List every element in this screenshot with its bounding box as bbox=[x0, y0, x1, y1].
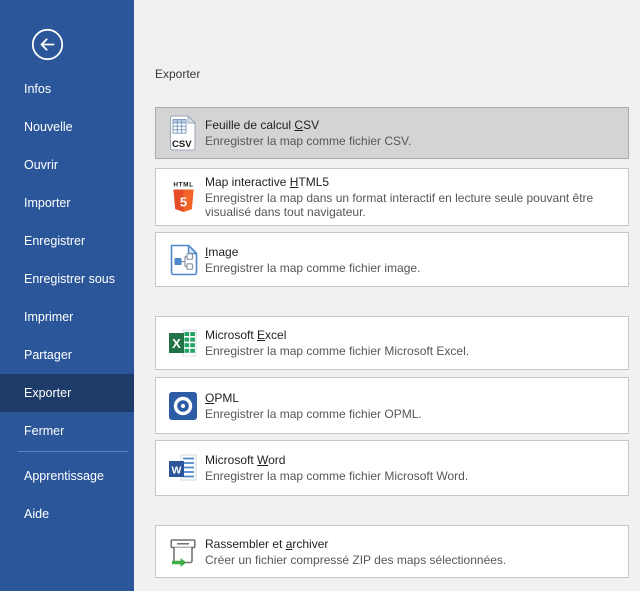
export-option-title: Map interactive HTML5 bbox=[205, 175, 620, 190]
export-option-html5[interactable]: HTML 5 Map interactive HTML5 Enregistrer… bbox=[155, 168, 629, 226]
sidebar-item-enregistrer[interactable]: Enregistrer bbox=[0, 222, 134, 260]
export-option-title: Microsoft Excel bbox=[205, 328, 469, 343]
sidebar-nav: Infos Nouvelle Ouvrir Importer Enregistr… bbox=[0, 70, 134, 533]
title-text: PML bbox=[214, 391, 239, 405]
sidebar-item-infos[interactable]: Infos bbox=[0, 70, 134, 108]
title-text: ord bbox=[268, 453, 285, 467]
export-option-description: Enregistrer la map dans un format intera… bbox=[205, 191, 620, 219]
title-text: xcel bbox=[265, 328, 286, 342]
image-document-icon bbox=[167, 244, 199, 276]
backstage-export-view: Infos Nouvelle Ouvrir Importer Enregistr… bbox=[0, 0, 640, 591]
sidebar-item-fermer[interactable]: Fermer bbox=[0, 412, 134, 450]
export-option-opml[interactable]: OPML Enregistrer la map comme fichier OP… bbox=[155, 377, 629, 434]
export-option-title: OPML bbox=[205, 391, 422, 406]
title-text: mage bbox=[208, 245, 238, 259]
back-arrow-icon bbox=[31, 48, 64, 65]
sidebar-divider bbox=[18, 451, 128, 452]
sidebar-item-enregistrer-sous[interactable]: Enregistrer sous bbox=[0, 260, 134, 298]
html5-icon: HTML 5 bbox=[167, 180, 199, 214]
export-option-description: Enregistrer la map comme fichier CSV. bbox=[205, 134, 411, 148]
svg-text:W: W bbox=[172, 465, 182, 477]
word-icon: W bbox=[167, 454, 199, 482]
title-text: rchiver bbox=[292, 537, 328, 551]
title-text: Microsoft bbox=[205, 453, 257, 467]
export-option-description: Enregistrer la map comme fichier Microso… bbox=[205, 344, 469, 358]
sidebar-item-partager[interactable]: Partager bbox=[0, 336, 134, 374]
sidebar-item-imprimer[interactable]: Imprimer bbox=[0, 298, 134, 336]
export-option-word[interactable]: W Microsoft Word Enregistrer la map comm… bbox=[155, 440, 629, 496]
svg-text:HTML: HTML bbox=[173, 182, 193, 189]
back-button[interactable] bbox=[31, 28, 64, 61]
accel-letter: C bbox=[294, 118, 303, 132]
export-option-description: Créer un fichier compressé ZIP des maps … bbox=[205, 553, 506, 567]
export-option-title: Microsoft Word bbox=[205, 453, 468, 468]
title-text: Feuille de calcul bbox=[205, 118, 294, 132]
export-option-title: Image bbox=[205, 245, 420, 260]
export-option-description: Enregistrer la map comme fichier OPML. bbox=[205, 407, 422, 421]
title-text: Rassembler et bbox=[205, 537, 286, 551]
svg-text:CSV: CSV bbox=[172, 139, 192, 150]
svg-text:5: 5 bbox=[179, 195, 186, 210]
export-option-excel[interactable]: X Microsoft Excel Enregistrer la map com… bbox=[155, 316, 629, 370]
sidebar-item-ouvrir[interactable]: Ouvrir bbox=[0, 146, 134, 184]
title-text: TML5 bbox=[298, 175, 329, 189]
export-option-title: Rassembler et archiver bbox=[205, 537, 506, 552]
title-text: Microsoft bbox=[205, 328, 257, 342]
export-panel: Exporter CSV Feuille de calcul CSV Enreg… bbox=[155, 0, 629, 578]
sidebar-item-exporter[interactable]: Exporter bbox=[0, 374, 134, 412]
title-text: SV bbox=[303, 118, 319, 132]
sidebar-item-apprentissage[interactable]: Apprentissage bbox=[0, 457, 134, 495]
sidebar-item-nouvelle[interactable]: Nouvelle bbox=[0, 108, 134, 146]
export-option-archive[interactable]: Rassembler et archiver Créer un fichier … bbox=[155, 525, 629, 578]
sidebar-item-importer[interactable]: Importer bbox=[0, 184, 134, 222]
export-option-description: Enregistrer la map comme fichier image. bbox=[205, 261, 420, 275]
export-option-csv[interactable]: CSV Feuille de calcul CSV Enregistrer la… bbox=[155, 107, 629, 159]
export-option-title: Feuille de calcul CSV bbox=[205, 118, 411, 133]
svg-text:X: X bbox=[172, 336, 181, 351]
accel-letter: O bbox=[205, 391, 214, 405]
excel-icon: X bbox=[167, 329, 199, 357]
opml-icon bbox=[167, 392, 199, 420]
accel-letter: W bbox=[257, 453, 268, 467]
export-option-image[interactable]: Image Enregistrer la map comme fichier i… bbox=[155, 232, 629, 287]
archive-box-icon bbox=[167, 537, 199, 567]
accel-letter: E bbox=[257, 328, 265, 342]
sidebar: Infos Nouvelle Ouvrir Importer Enregistr… bbox=[0, 0, 134, 591]
title-text: Map interactive bbox=[205, 175, 290, 189]
csv-spreadsheet-icon: CSV bbox=[167, 115, 199, 152]
page-title: Exporter bbox=[155, 67, 629, 81]
sidebar-item-aide[interactable]: Aide bbox=[0, 495, 134, 533]
export-option-description: Enregistrer la map comme fichier Microso… bbox=[205, 469, 468, 483]
